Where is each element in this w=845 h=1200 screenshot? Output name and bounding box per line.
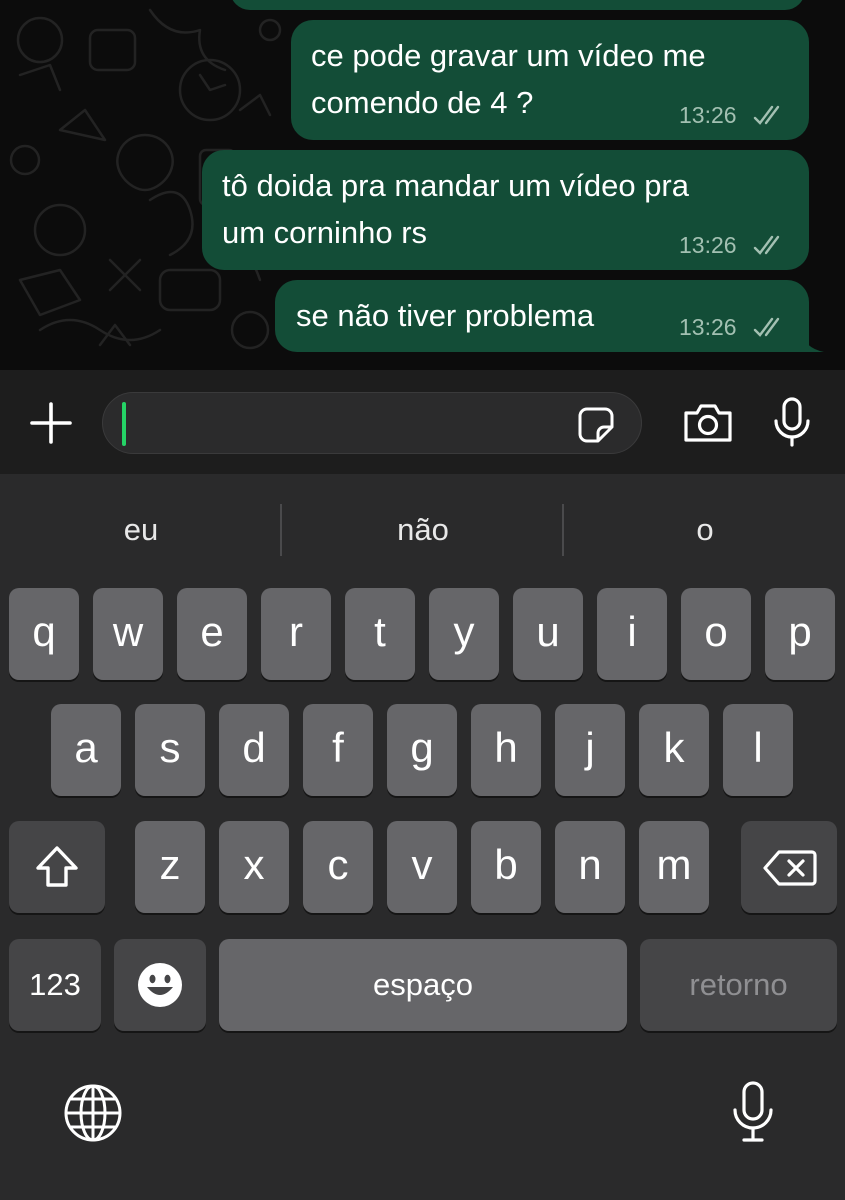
bubble-tail (800, 330, 824, 352)
key-z[interactable]: z (135, 821, 205, 913)
sticker-icon[interactable] (577, 406, 615, 444)
numbers-key-label: 123 (29, 967, 81, 1002)
key-l[interactable]: l (723, 704, 793, 796)
key-r[interactable]: r (261, 588, 331, 680)
key-n[interactable]: n (555, 821, 625, 913)
key-y[interactable]: y (429, 588, 499, 680)
key-w[interactable]: w (93, 588, 163, 680)
key-k[interactable]: k (639, 704, 709, 796)
previous-message-bubble[interactable] (230, 0, 805, 10)
return-key[interactable]: retorno (640, 939, 837, 1031)
key-t[interactable]: t (345, 588, 415, 680)
key-e[interactable]: e (177, 588, 247, 680)
return-key-label: retorno (689, 967, 788, 1002)
key-q[interactable]: q (9, 588, 79, 680)
key-f[interactable]: f (303, 704, 373, 796)
key-a[interactable]: a (51, 704, 121, 796)
message-input-bar (0, 370, 845, 474)
key-v[interactable]: v (387, 821, 457, 913)
key-o[interactable]: o (681, 588, 751, 680)
globe-icon[interactable] (62, 1082, 124, 1144)
message-time: 13:26 (679, 232, 737, 258)
keyboard: eu não o q w e r t y u i o p a s d f g h… (0, 474, 845, 1200)
numbers-key[interactable]: 123 (9, 939, 101, 1031)
key-d[interactable]: d (219, 704, 289, 796)
camera-icon[interactable] (682, 402, 734, 444)
key-x[interactable]: x (219, 821, 289, 913)
emoji-icon (138, 963, 182, 1007)
message-bubble[interactable]: se não tiver problema 13:26 (275, 280, 809, 352)
read-receipt-icon (753, 317, 780, 337)
key-g[interactable]: g (387, 704, 457, 796)
message-time: 13:26 (679, 314, 737, 340)
key-u[interactable]: u (513, 588, 583, 680)
backspace-icon (763, 850, 817, 886)
space-key[interactable]: espaço (219, 939, 627, 1031)
chat-area[interactable]: ce pode gravar um vídeo me comendo de 4 … (0, 0, 845, 370)
dictation-icon[interactable] (730, 1080, 776, 1144)
message-text: ce pode gravar um vídeo me comendo de 4 … (311, 38, 706, 120)
read-receipt-icon (753, 105, 780, 125)
message-bubble[interactable]: tô doida pra mandar um vídeo pra um corn… (202, 150, 809, 270)
suggestion-item[interactable]: eu (6, 504, 276, 556)
message-input[interactable] (102, 392, 642, 454)
microphone-icon[interactable] (772, 396, 812, 448)
emoji-key[interactable] (114, 939, 206, 1031)
message-text: tô doida pra mandar um vídeo pra um corn… (222, 168, 689, 250)
shift-icon (36, 846, 78, 887)
message-time: 13:26 (679, 102, 737, 128)
space-key-label: espaço (373, 967, 473, 1002)
key-p[interactable]: p (765, 588, 835, 680)
key-c[interactable]: c (303, 821, 373, 913)
key-m[interactable]: m (639, 821, 709, 913)
key-h[interactable]: h (471, 704, 541, 796)
suggestion-item[interactable]: não (288, 504, 558, 556)
suggestion-divider (280, 504, 282, 556)
suggestion-item[interactable]: o (570, 504, 840, 556)
key-b[interactable]: b (471, 821, 541, 913)
shift-key[interactable] (9, 821, 105, 913)
backspace-key[interactable] (741, 821, 837, 913)
message-bubble[interactable]: ce pode gravar um vídeo me comendo de 4 … (291, 20, 809, 140)
key-j[interactable]: j (555, 704, 625, 796)
plus-icon[interactable] (28, 400, 74, 446)
key-s[interactable]: s (135, 704, 205, 796)
message-text: se não tiver problema (296, 298, 595, 333)
text-cursor (122, 402, 126, 446)
key-i[interactable]: i (597, 588, 667, 680)
suggestion-divider (562, 504, 564, 556)
read-receipt-icon (753, 235, 780, 255)
